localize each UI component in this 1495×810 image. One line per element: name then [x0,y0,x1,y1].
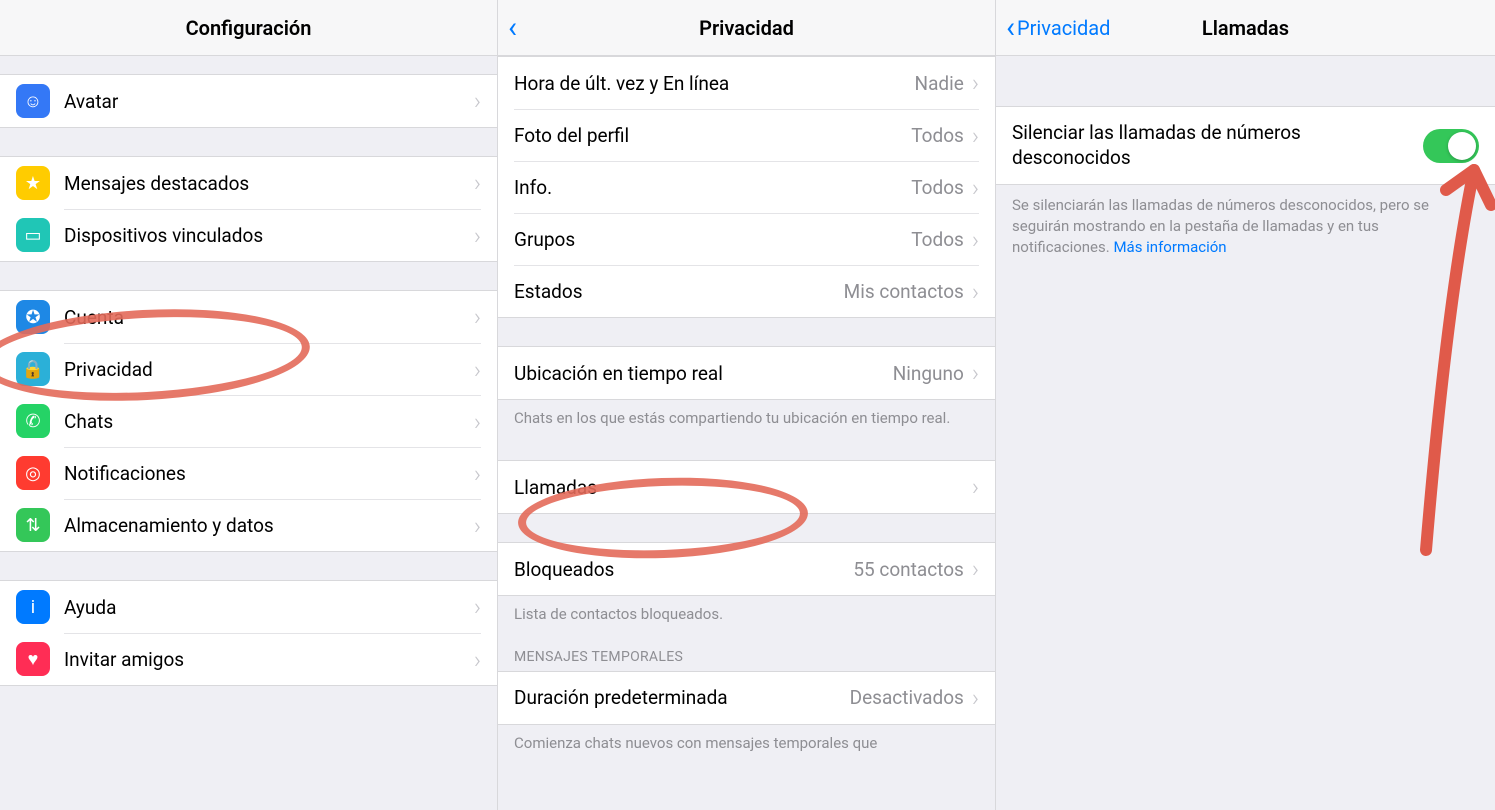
bell-icon: ◎ [16,456,50,490]
row-label: Mensajes destacados [64,172,249,195]
chevron-right-icon: › [474,460,481,488]
toggle-label: Silenciar las llamadas de números descon… [1012,121,1423,170]
privacy-row-location[interactable]: Ubicación en tiempo real Ninguno › [498,347,995,399]
settings-row-notif[interactable]: ◎ Notificaciones › [0,447,497,499]
page-title: Configuración [186,16,312,40]
chevron-right-icon: › [972,174,979,202]
row-label: Estados [514,280,583,303]
footer-caption: Se silenciarán las llamadas de números d… [996,185,1495,268]
privacy-row-status[interactable]: Estados Mis contactos › [498,265,995,317]
avatar-icon: ☺ [16,84,50,118]
row-value: Nadie [915,72,964,95]
chevron-left-icon: ‹ [508,13,517,43]
row-label: Ubicación en tiempo real [514,362,723,385]
chevron-right-icon: › [474,303,481,331]
row-label: Privacidad [64,358,153,381]
row-value: Ninguno [893,362,964,385]
chevron-right-icon: › [474,87,481,115]
row-label: Chats [64,410,113,433]
privacy-row-blocked[interactable]: Bloqueados 55 contactos › [498,543,995,595]
chevron-right-icon: › [972,473,979,501]
calls-screen: ‹ Privacidad Llamadas Silenciar las llam… [996,0,1495,810]
row-label: Grupos [514,228,575,251]
page-title: Llamadas [1202,16,1289,40]
chevron-right-icon: › [972,555,979,583]
row-label: Llamadas [514,476,597,499]
chevron-right-icon: › [474,593,481,621]
whatsapp-icon: ✆ [16,404,50,438]
privacy-row-lastseen[interactable]: Hora de últ. vez y En línea Nadie › [498,57,995,109]
arrows-icon: ⇅ [16,508,50,542]
header-bar: ‹ Privacidad [498,0,995,56]
settings-row-help[interactable]: i Ayuda › [0,581,497,633]
settings-row-chats[interactable]: ✆ Chats › [0,395,497,447]
header-bar: Configuración [0,0,497,56]
chevron-right-icon: › [474,512,481,540]
chevron-right-icon: › [972,226,979,254]
row-label: Cuenta [64,306,124,329]
row-label: Almacenamiento y datos [64,514,274,537]
row-value: Mis contactos [844,280,964,303]
settings-row-privacy[interactable]: 🔒 Privacidad › [0,343,497,395]
row-label: Invitar amigos [64,648,184,671]
header-bar: ‹ Privacidad Llamadas [996,0,1495,56]
more-info-link[interactable]: Más información [1113,238,1226,256]
settings-row-starred[interactable]: ★ Mensajes destacados › [0,157,497,209]
chevron-right-icon: › [972,69,979,97]
chevron-right-icon: › [972,278,979,306]
star-icon: ★ [16,166,50,200]
chevron-right-icon: › [972,122,979,150]
privacy-row-groups[interactable]: Grupos Todos › [498,213,995,265]
chevron-right-icon: › [474,169,481,197]
privacy-row-calls[interactable]: Llamadas › [498,461,995,513]
lock-icon: 🔒 [16,352,50,386]
row-value: Desactivados [850,686,964,709]
settings-screen: Configuración ☺ Avatar › ★ Mensajes destacad… [0,0,498,810]
chevron-right-icon: › [474,222,481,250]
privacy-row-info[interactable]: Info. Todos › [498,161,995,213]
row-label: Hora de últ. vez y En línea [514,72,729,95]
silence-unknown-row[interactable]: Silenciar las llamadas de números descon… [996,106,1495,185]
toggle-switch[interactable] [1423,129,1479,163]
section-footer: Comienza chats nuevos con mensajes tempo… [498,725,995,757]
section-footer: Lista de contactos bloqueados. [498,596,995,628]
row-label: Foto del perfil [514,124,629,147]
chevron-right-icon: › [972,684,979,712]
key-icon: ✪ [16,300,50,334]
chevron-right-icon: › [474,408,481,436]
back-button[interactable]: ‹ [508,13,519,43]
row-label: Notificaciones [64,462,186,485]
row-value: Todos [911,228,964,251]
privacy-row-duration[interactable]: Duración predeterminada Desactivados › [498,672,995,724]
row-label: Bloqueados [514,558,614,581]
section-header: MENSAJES TEMPORALES [498,629,995,671]
row-label: Dispositivos vinculados [64,224,263,247]
settings-row-avatar[interactable]: ☺ Avatar › [0,75,497,127]
chevron-left-icon: ‹ [1006,13,1015,43]
settings-row-account[interactable]: ✪ Cuenta › [0,291,497,343]
settings-row-storage[interactable]: ⇅ Almacenamiento y datos › [0,499,497,551]
info-icon: i [16,590,50,624]
back-button[interactable]: ‹ Privacidad [1006,13,1110,43]
row-label: Info. [514,176,552,199]
privacy-screen: ‹ Privacidad Hora de últ. vez y En línea… [498,0,996,810]
page-title: Privacidad [699,16,794,40]
row-value: Todos [911,124,964,147]
privacy-row-photo[interactable]: Foto del perfil Todos › [498,109,995,161]
settings-row-invite[interactable]: ♥ Invitar amigos › [0,633,497,685]
back-label: Privacidad [1017,16,1110,40]
row-label: Duración predeterminada [514,686,728,709]
row-label: Ayuda [64,596,116,619]
chevron-right-icon: › [474,646,481,674]
heart-icon: ♥ [16,642,50,676]
settings-row-linked[interactable]: ▭ Dispositivos vinculados › [0,209,497,261]
laptop-icon: ▭ [16,218,50,252]
row-value: 55 contactos [853,558,964,581]
row-label: Avatar [64,90,118,113]
row-value: Todos [911,176,964,199]
chevron-right-icon: › [972,359,979,387]
section-footer: Chats en los que estás compartiendo tu u… [498,400,995,432]
chevron-right-icon: › [474,356,481,384]
